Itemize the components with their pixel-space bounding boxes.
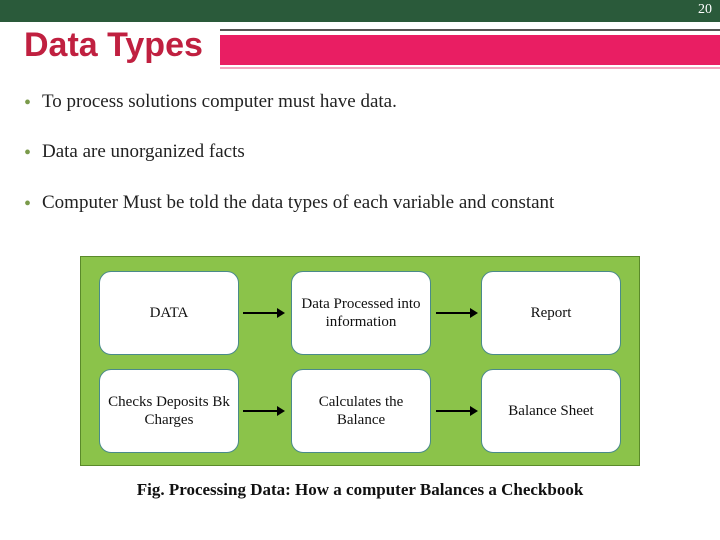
- page-number: 20: [698, 2, 712, 18]
- slide-title: Data Types: [24, 26, 203, 65]
- process-diagram: DATA Data Processed into information Rep…: [80, 256, 640, 466]
- arrow-icon: [436, 312, 476, 314]
- top-bar: 20: [0, 0, 720, 22]
- diagram-cell-data: DATA: [99, 271, 239, 355]
- arrow-icon: [436, 410, 476, 412]
- title-accent-bar: [220, 35, 720, 65]
- diagram-cell-checks: Checks Deposits Bk Charges: [99, 369, 239, 453]
- bullet-item: Data are unorganized facts: [24, 136, 696, 168]
- arrow-icon: [243, 312, 283, 314]
- bullet-list: To process solutions computer must have …: [24, 86, 696, 237]
- arrow-icon: [243, 410, 283, 412]
- bullet-item: Computer Must be told the data types of …: [24, 187, 696, 219]
- diagram-cell-calculates: Calculates the Balance: [291, 369, 431, 453]
- diagram-cell-report: Report: [481, 271, 621, 355]
- diagram-cell-processed: Data Processed into information: [291, 271, 431, 355]
- diagram-caption: Fig. Processing Data: How a computer Bal…: [0, 480, 720, 500]
- bullet-item: To process solutions computer must have …: [24, 86, 696, 118]
- diagram-cell-balance-sheet: Balance Sheet: [481, 369, 621, 453]
